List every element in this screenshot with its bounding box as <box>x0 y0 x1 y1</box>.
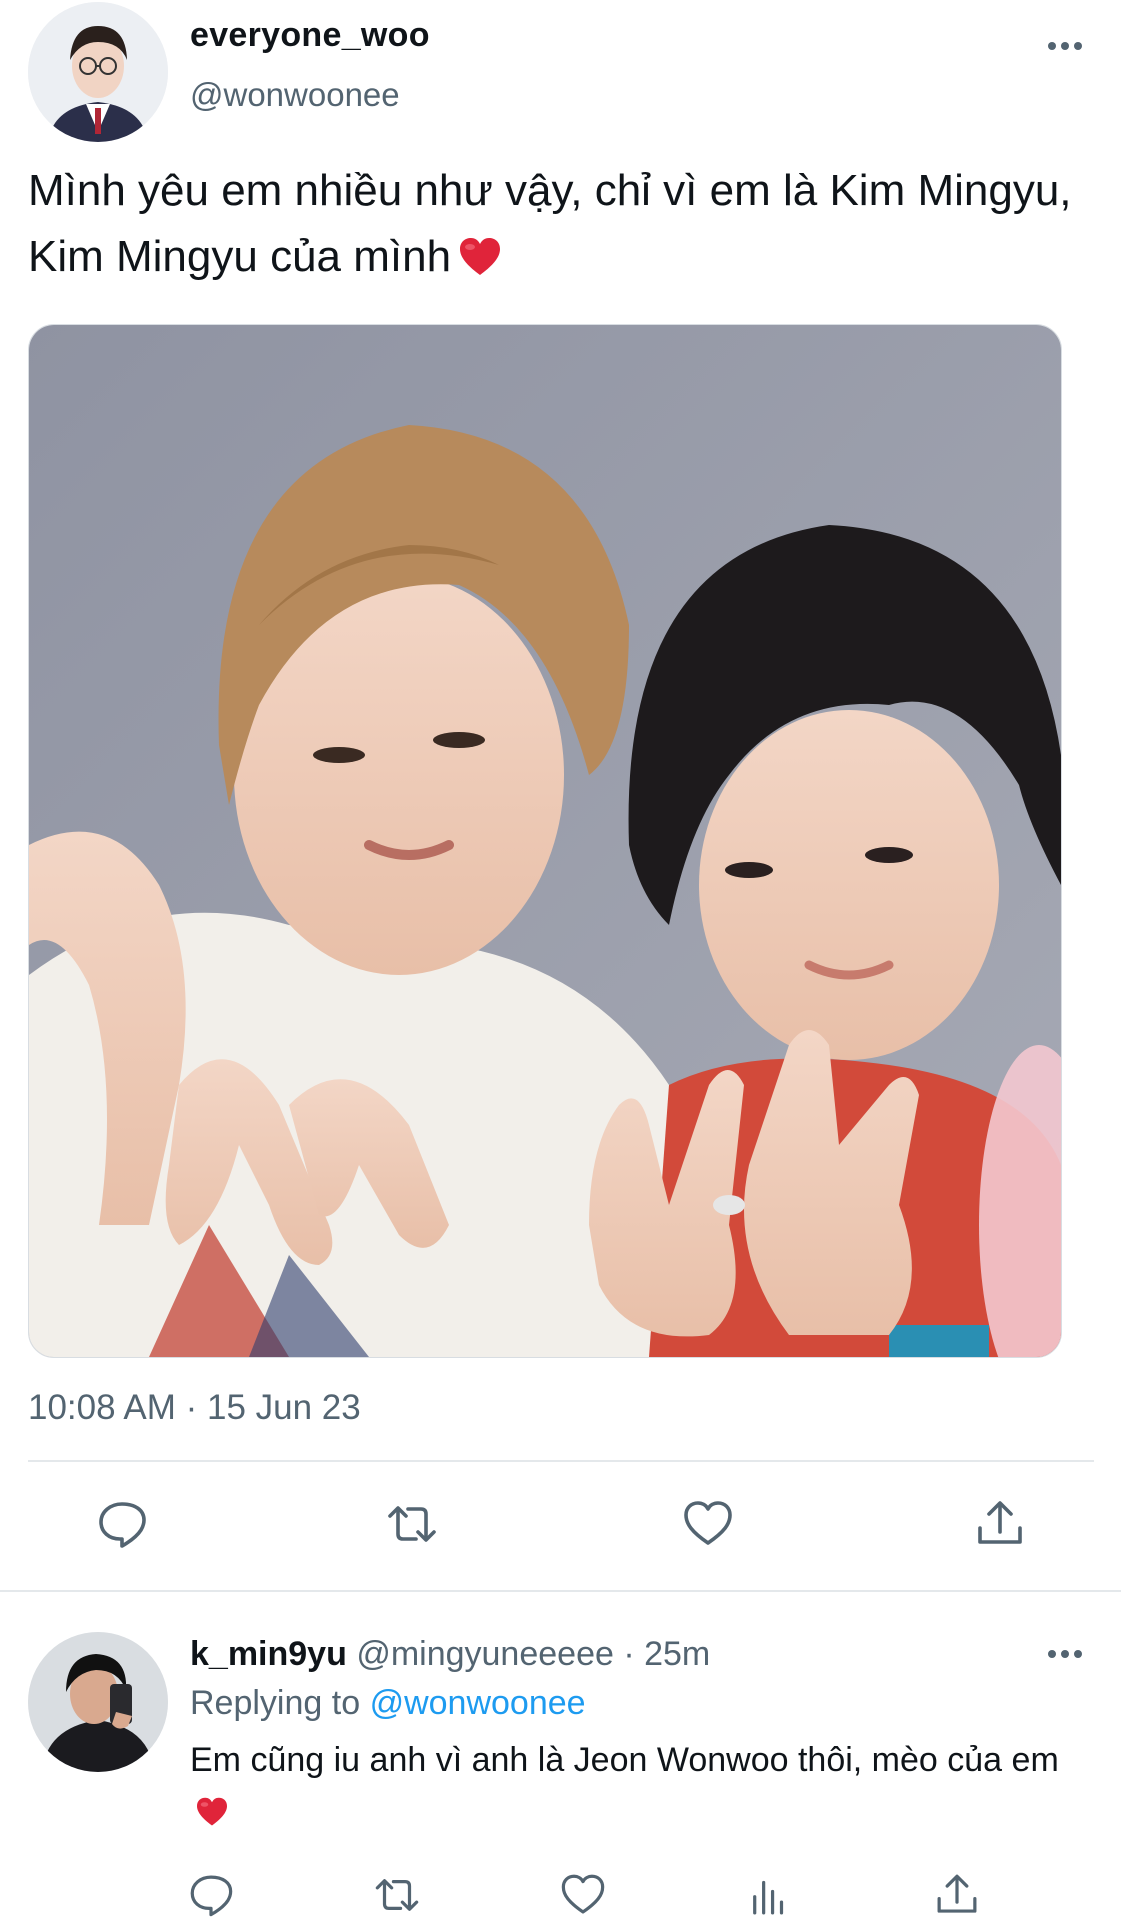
reply-avatar[interactable] <box>28 1632 168 1772</box>
divider <box>28 1460 1094 1462</box>
red-heart-emoji-icon <box>196 1790 228 1842</box>
share-icon[interactable] <box>972 1496 1028 1552</box>
more-options-icon[interactable] <box>1048 42 1084 52</box>
like-icon[interactable] <box>680 1496 736 1552</box>
main-avatar[interactable] <box>28 2 168 142</box>
reply-text: Em cũng iu anh vì anh là Jeon Wonwoo thô… <box>190 1734 1090 1842</box>
tweet-photo[interactable] <box>28 324 1062 1358</box>
avatar-image <box>28 2 168 142</box>
more-options-icon[interactable] <box>1048 1650 1084 1660</box>
tweet-text-content: Mình yêu em nhiều như vậy, chỉ vì em là … <box>28 166 1072 281</box>
like-icon[interactable] <box>558 1870 608 1920</box>
stats-icon[interactable] <box>744 1870 794 1920</box>
reply-icon[interactable] <box>186 1870 236 1920</box>
divider <box>0 1590 1121 1592</box>
author-handle[interactable]: @wonwoonee <box>190 76 400 114</box>
replying-to-label: Replying to <box>190 1684 361 1722</box>
retweet-icon[interactable] <box>384 1496 440 1552</box>
tweet-timestamp[interactable]: 10:08 AM · 15 Jun 23 <box>28 1388 361 1428</box>
photo-image <box>29 325 1061 1357</box>
tweet-text: Mình yêu em nhiều như vậy, chỉ vì em là … <box>28 158 1088 296</box>
reply-icon[interactable] <box>94 1496 150 1552</box>
reply-text-content: Em cũng iu anh vì anh là Jeon Wonwoo thô… <box>190 1741 1059 1779</box>
replying-to-handle-link[interactable]: @wonwoonee <box>370 1684 586 1722</box>
replying-to-line: Replying to @wonwoonee <box>190 1684 586 1723</box>
reply-display-name[interactable]: k_min9yu <box>190 1635 347 1673</box>
reply-header: k_min9yu @mingyuneeeee · 25m <box>190 1635 710 1674</box>
reply-handle-and-time[interactable]: @mingyuneeeee · 25m <box>356 1635 710 1673</box>
red-heart-emoji-icon <box>459 230 501 296</box>
author-display-name[interactable]: everyone_woo <box>190 16 430 55</box>
share-icon[interactable] <box>932 1870 982 1920</box>
retweet-icon[interactable] <box>372 1870 422 1920</box>
avatar-image <box>28 1632 168 1772</box>
